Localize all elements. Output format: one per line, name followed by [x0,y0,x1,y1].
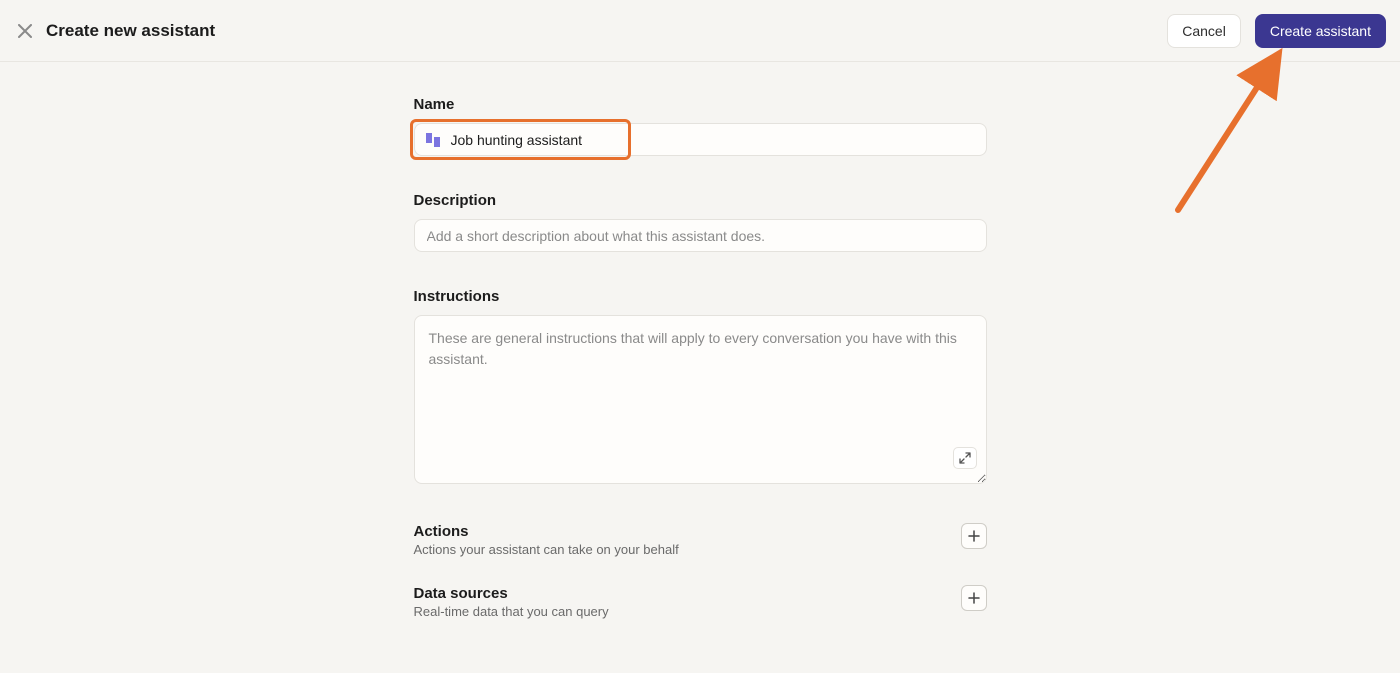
instructions-textarea[interactable] [414,315,987,484]
assistant-form: Name Description Instructions [414,62,987,619]
instructions-field-group: Instructions [414,288,987,489]
description-label: Description [414,192,987,209]
header-left: Create new assistant [14,20,215,42]
description-field-group: Description [414,192,987,252]
instructions-label: Instructions [414,288,987,305]
cancel-button[interactable]: Cancel [1167,14,1241,48]
assistant-avatar-icon[interactable] [425,132,441,148]
actions-sublabel: Actions your assistant can take on your … [414,542,679,557]
arrow-annotation [1160,40,1300,220]
add-action-button[interactable] [961,523,987,549]
name-field-group: Name [414,96,987,156]
header-right: Cancel Create assistant [1167,14,1386,48]
actions-section: Actions Actions your assistant can take … [414,523,987,557]
page-header: Create new assistant Cancel Create assis… [0,0,1400,62]
name-input-wrapper[interactable] [414,123,987,156]
expand-icon[interactable] [953,447,977,469]
name-input[interactable] [451,132,976,148]
page-title: Create new assistant [46,21,215,41]
create-assistant-button[interactable]: Create assistant [1255,14,1386,48]
name-label: Name [414,96,987,113]
actions-label: Actions [414,523,679,540]
data-sources-sublabel: Real-time data that you can query [414,604,609,619]
close-icon[interactable] [14,20,36,42]
data-sources-section: Data sources Real-time data that you can… [414,585,987,619]
description-input[interactable] [414,219,987,252]
data-sources-label: Data sources [414,585,609,602]
add-data-source-button[interactable] [961,585,987,611]
